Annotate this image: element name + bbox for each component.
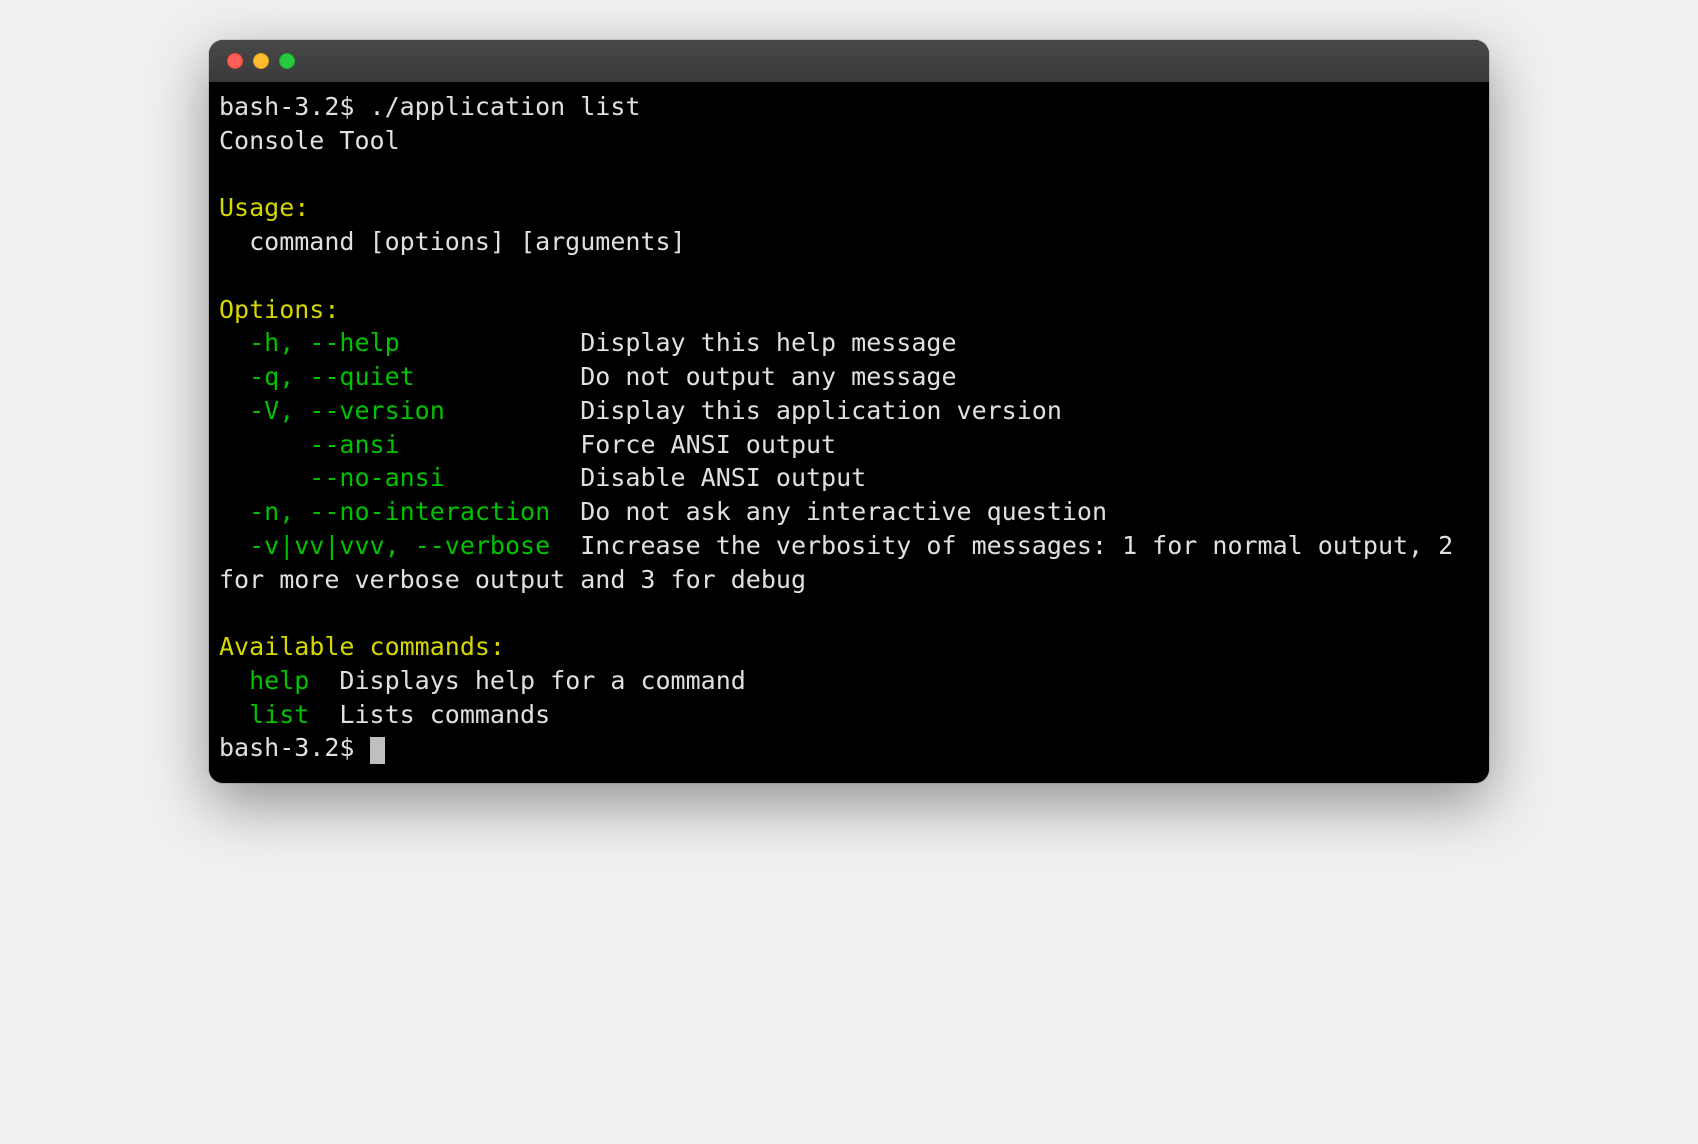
command-name: list: [219, 700, 339, 729]
command-name: help: [219, 666, 339, 695]
option-desc: Display this application version: [580, 396, 1062, 425]
option-desc: Force ANSI output: [580, 430, 836, 459]
option-flag: -h, --help: [219, 328, 580, 357]
terminal-window: bash-3.2$ ./application list Console Tool…: [209, 40, 1489, 783]
option-desc: Disable ANSI output: [580, 463, 866, 492]
maximize-icon[interactable]: [279, 53, 295, 69]
command-desc: Lists commands: [339, 700, 550, 729]
shell-prompt: bash-3.2$: [219, 92, 370, 121]
minimize-icon[interactable]: [253, 53, 269, 69]
entered-command: ./application list: [370, 92, 641, 121]
option-flag: -n, --no-interaction: [219, 497, 580, 526]
close-icon[interactable]: [227, 53, 243, 69]
app-header: Console Tool: [219, 124, 1479, 158]
shell-prompt: bash-3.2$: [219, 733, 370, 762]
option-desc: Do not output any message: [580, 362, 956, 391]
terminal-output[interactable]: bash-3.2$ ./application list Console Tool…: [209, 82, 1489, 783]
option-flag: -q, --quiet: [219, 362, 580, 391]
cursor-block: [370, 737, 385, 765]
commands-heading: Available commands:: [219, 630, 1479, 664]
option-desc: Do not ask any interactive question: [580, 497, 1107, 526]
option-desc: Display this help message: [580, 328, 956, 357]
options-heading: Options:: [219, 293, 1479, 327]
option-flag: --no-ansi: [219, 463, 580, 492]
option-flag: --ansi: [219, 430, 580, 459]
option-flag: -v|vv|vvv, --verbose: [219, 531, 580, 560]
usage-heading: Usage:: [219, 191, 1479, 225]
option-flag: -V, --version: [219, 396, 580, 425]
command-desc: Displays help for a command: [339, 666, 745, 695]
window-title-bar: [209, 40, 1489, 82]
usage-line: command [options] [arguments]: [219, 225, 1479, 259]
